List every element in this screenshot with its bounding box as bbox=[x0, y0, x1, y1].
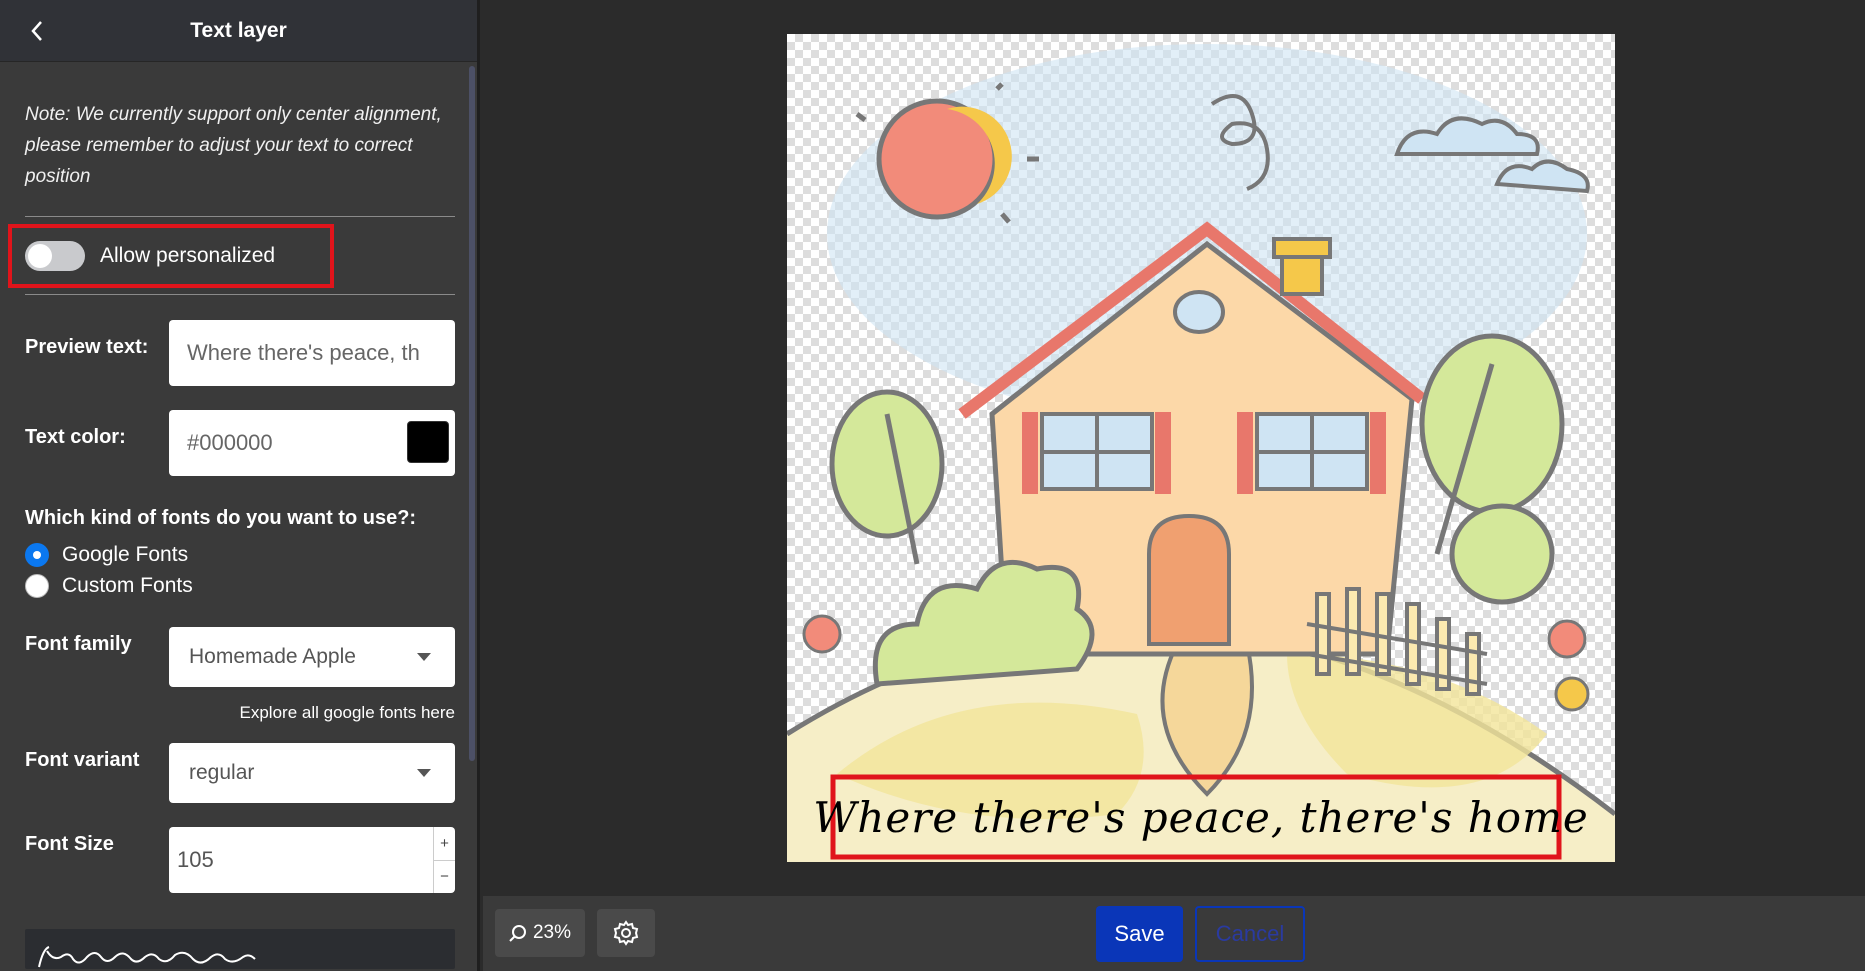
font-family-row: Font family Homemade Apple bbox=[25, 627, 455, 687]
preview-text-label: Preview text: bbox=[25, 336, 149, 358]
bottom-toolbar: 23% Save Cancel bbox=[483, 896, 1865, 971]
quantity-stepper: + − bbox=[433, 827, 455, 893]
personalize-row: Allow personalized bbox=[8, 217, 477, 294]
back-button[interactable] bbox=[22, 16, 52, 46]
font-family-label: Font family bbox=[25, 633, 132, 655]
font-variant-label: Font variant bbox=[25, 749, 140, 771]
radio-custom-fonts[interactable]: Custom Fonts bbox=[25, 574, 477, 598]
font-family-select[interactable]: Homemade Apple bbox=[169, 627, 455, 687]
radio-label: Custom Fonts bbox=[62, 574, 193, 597]
font-variant-row: Font variant regular bbox=[25, 743, 455, 803]
zoom-icon bbox=[509, 925, 526, 942]
zoom-level: 23% bbox=[532, 922, 572, 943]
font-preview-image bbox=[38, 946, 256, 968]
font-size-input[interactable]: 105 + − bbox=[169, 827, 455, 893]
canvas-text-layer[interactable]: Where there's peace, there's home bbox=[787, 777, 1615, 857]
alignment-note: Note: We currently support only center a… bbox=[25, 104, 442, 187]
decrement-button[interactable]: − bbox=[434, 859, 455, 894]
gear-icon bbox=[613, 920, 639, 946]
radio-button-checked[interactable] bbox=[25, 543, 49, 567]
font-variant-value: regular bbox=[189, 761, 255, 784]
font-preview-strip bbox=[25, 929, 455, 969]
font-size-value: 105 bbox=[177, 847, 214, 872]
explore-fonts-link[interactable]: Explore all google fonts here bbox=[25, 703, 455, 723]
text-color-value: #000000 bbox=[187, 430, 273, 455]
color-swatch[interactable] bbox=[407, 421, 449, 463]
house-illustration bbox=[787, 44, 1615, 862]
panel-header: Text layer bbox=[0, 0, 477, 62]
font-size-row: Font Size 105 + − bbox=[25, 827, 455, 893]
text-color-row: Text color: #000000 bbox=[25, 410, 455, 476]
divider bbox=[25, 294, 455, 295]
font-family-value: Homemade Apple bbox=[189, 645, 356, 668]
zoom-button[interactable]: 23% bbox=[495, 909, 585, 957]
text-color-input[interactable]: #000000 bbox=[169, 410, 455, 476]
preview-text-row: Preview text: Where there's peace, th bbox=[25, 320, 455, 386]
text-layer-panel: Text layer Note: We currently support on… bbox=[0, 0, 480, 971]
personalize-toggle[interactable] bbox=[25, 240, 85, 271]
settings-button[interactable] bbox=[597, 909, 655, 957]
font-variant-select[interactable]: regular bbox=[169, 743, 455, 803]
text-color-label: Text color: bbox=[25, 426, 126, 448]
cancel-button[interactable]: Cancel bbox=[1195, 906, 1305, 962]
radio-button[interactable] bbox=[25, 574, 49, 598]
radio-google-fonts[interactable]: Google Fonts bbox=[25, 543, 477, 567]
design-canvas[interactable]: Where there's peace, there's home bbox=[787, 34, 1615, 862]
panel-title: Text layer bbox=[190, 18, 287, 42]
chevron-down-icon bbox=[417, 653, 431, 661]
font-size-label: Font Size bbox=[25, 833, 114, 855]
panel-content: Note: We currently support only center a… bbox=[0, 62, 477, 971]
font-type-question: Which kind of fonts do you want to use?: bbox=[25, 507, 417, 529]
increment-button[interactable]: + bbox=[434, 827, 455, 860]
save-button[interactable]: Save bbox=[1096, 906, 1183, 962]
chevron-left-icon bbox=[31, 21, 42, 41]
radio-label: Google Fonts bbox=[62, 543, 189, 566]
preview-text-input[interactable]: Where there's peace, th bbox=[169, 320, 455, 386]
chevron-down-icon bbox=[417, 769, 431, 777]
